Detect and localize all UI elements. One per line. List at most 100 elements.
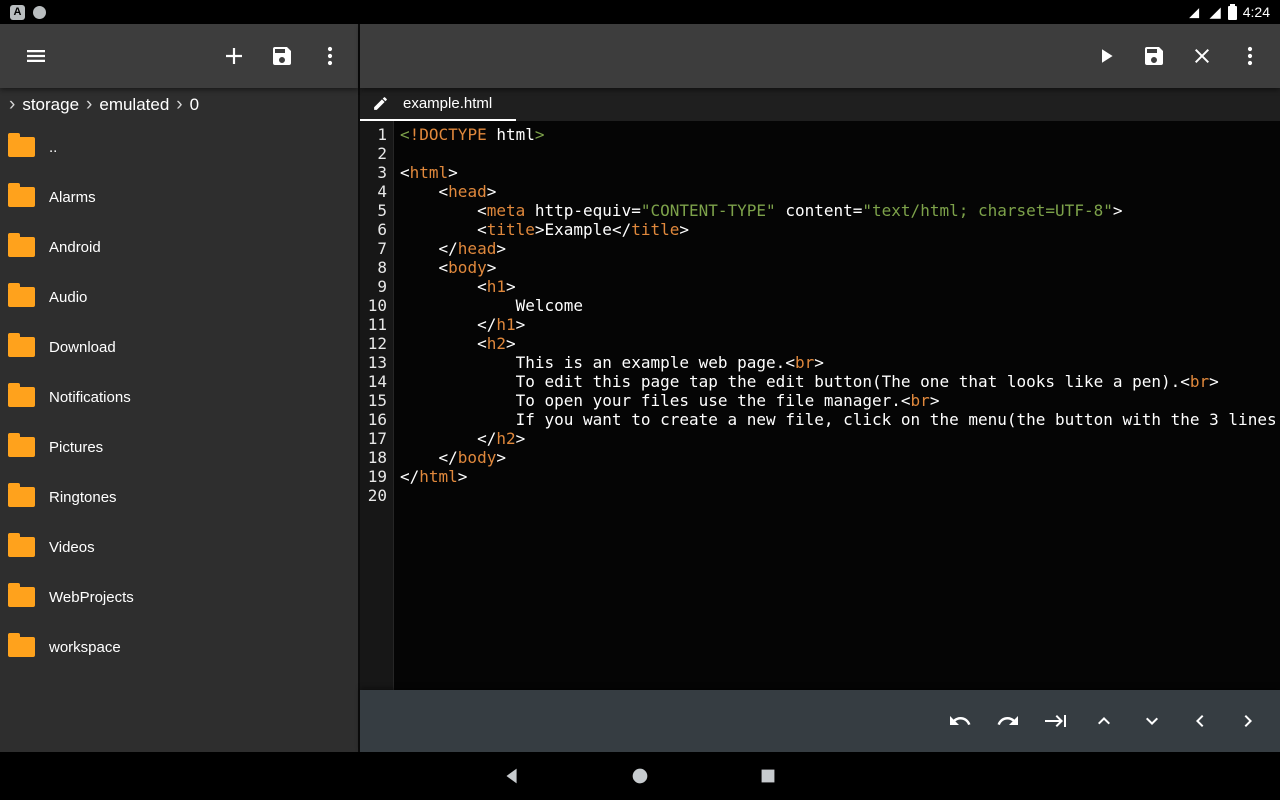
- code-line[interactable]: <html>: [400, 163, 1280, 182]
- folder-row[interactable]: workspace: [0, 622, 358, 672]
- folder-row[interactable]: WebProjects: [0, 572, 358, 622]
- tab-indent-icon: [1044, 709, 1068, 733]
- code-line[interactable]: Welcome: [400, 296, 1280, 315]
- move-left-button[interactable]: [1176, 697, 1224, 745]
- folder-row[interactable]: Pictures: [0, 422, 358, 472]
- back-button[interactable]: [488, 752, 536, 800]
- folder-row[interactable]: Videos: [0, 522, 358, 572]
- tab-indent-button[interactable]: [1032, 697, 1080, 745]
- folder-icon: [8, 487, 35, 507]
- undo-button[interactable]: [936, 697, 984, 745]
- breadcrumb-segment[interactable]: storage: [22, 95, 79, 115]
- breadcrumb-segment[interactable]: emulated: [99, 95, 169, 115]
- status-system-icons: 4:24: [1186, 4, 1270, 20]
- vertical-dots-icon: [1238, 44, 1262, 68]
- folder-row[interactable]: Ringtones: [0, 472, 358, 522]
- code-line[interactable]: <title>Example</title>: [400, 220, 1280, 239]
- editor-overflow-menu-button[interactable]: [1226, 32, 1274, 80]
- line-number: 2: [360, 144, 387, 163]
- folder-icon: [8, 587, 35, 607]
- folder-label: WebProjects: [49, 589, 134, 606]
- breadcrumb-chevron-icon: ›: [86, 94, 92, 116]
- status-bar: A 4:24: [0, 0, 1280, 24]
- code-line[interactable]: [400, 486, 1280, 505]
- line-number: 11: [360, 315, 387, 334]
- home-button[interactable]: [616, 752, 664, 800]
- code-line[interactable]: </h1>: [400, 315, 1280, 334]
- code-line[interactable]: </h2>: [400, 429, 1280, 448]
- code-line[interactable]: This is an example web page.<br>: [400, 353, 1280, 372]
- wifi-icon: [1186, 5, 1201, 20]
- status-notifications: A: [10, 5, 46, 20]
- vertical-dots-icon: [318, 44, 342, 68]
- line-number: 9: [360, 277, 387, 296]
- folder-label: Download: [49, 339, 116, 356]
- code-line[interactable]: <meta http-equiv="CONTENT-TYPE" content=…: [400, 201, 1280, 220]
- code-line[interactable]: [400, 144, 1280, 163]
- line-number: 19: [360, 467, 387, 486]
- line-number: 15: [360, 391, 387, 410]
- move-right-button[interactable]: [1224, 697, 1272, 745]
- run-button[interactable]: [1082, 32, 1130, 80]
- code-line[interactable]: <head>: [400, 182, 1280, 201]
- code-content[interactable]: <!DOCTYPE html> <html> <head> <meta http-…: [394, 121, 1280, 690]
- save-file-button[interactable]: [1130, 32, 1178, 80]
- line-number-gutter: 1234567891011121314151617181920: [360, 121, 394, 690]
- folder-row[interactable]: ..: [0, 122, 358, 172]
- folder-label: Audio: [49, 289, 87, 306]
- save-icon: [1142, 44, 1166, 68]
- folder-label: workspace: [49, 639, 121, 656]
- line-number: 3: [360, 163, 387, 182]
- code-line[interactable]: <!DOCTYPE html>: [400, 125, 1280, 144]
- line-number: 7: [360, 239, 387, 258]
- folder-icon: [8, 337, 35, 357]
- line-number: 5: [360, 201, 387, 220]
- editor-toolbar-actions: [1082, 32, 1274, 80]
- code-line[interactable]: <h1>: [400, 277, 1280, 296]
- folder-icon: [8, 187, 35, 207]
- code-line[interactable]: </head>: [400, 239, 1280, 258]
- close-file-button[interactable]: [1178, 32, 1226, 80]
- folder-row[interactable]: Download: [0, 322, 358, 372]
- folder-row[interactable]: Notifications: [0, 372, 358, 422]
- pencil-icon: [372, 95, 389, 112]
- move-up-button[interactable]: [1080, 697, 1128, 745]
- file-overflow-menu-button[interactable]: [306, 32, 354, 80]
- folder-label: Android: [49, 239, 101, 256]
- folder-row[interactable]: Alarms: [0, 172, 358, 222]
- battery-icon: [1228, 6, 1237, 20]
- code-line[interactable]: </html>: [400, 467, 1280, 486]
- tab-bar: example.html: [360, 88, 1280, 121]
- folder-label: Notifications: [49, 389, 131, 406]
- folder-row[interactable]: Audio: [0, 272, 358, 322]
- code-editor[interactable]: 1234567891011121314151617181920 <!DOCTYP…: [360, 121, 1280, 690]
- breadcrumb-segment[interactable]: 0: [190, 95, 199, 115]
- folder-row[interactable]: Android: [0, 222, 358, 272]
- new-file-button[interactable]: [210, 32, 258, 80]
- folder-icon: [8, 387, 35, 407]
- code-line[interactable]: If you want to create a new file, click …: [400, 410, 1280, 429]
- drawer-menu-button[interactable]: [12, 32, 60, 80]
- editor-panel: example.html 123456789101112131415161718…: [360, 24, 1280, 752]
- screen: A 4:24: [0, 0, 1280, 800]
- code-line[interactable]: To edit this page tap the edit button(Th…: [400, 372, 1280, 391]
- save-all-button[interactable]: [258, 32, 306, 80]
- move-down-button[interactable]: [1128, 697, 1176, 745]
- code-line[interactable]: <h2>: [400, 334, 1280, 353]
- folder-icon: [8, 637, 35, 657]
- code-line[interactable]: </body>: [400, 448, 1280, 467]
- code-line[interactable]: To open your files use the file manager.…: [400, 391, 1280, 410]
- tab-example-html[interactable]: example.html: [360, 88, 516, 121]
- breadcrumb: ›storage›emulated›0: [0, 88, 358, 122]
- folder-icon: [8, 137, 35, 157]
- line-number: 16: [360, 410, 387, 429]
- chevron-left-icon: [1188, 709, 1212, 733]
- breadcrumb-chevron-icon: ›: [176, 94, 182, 116]
- recents-button[interactable]: [744, 752, 792, 800]
- chevron-down-icon: [1140, 709, 1164, 733]
- line-number: 4: [360, 182, 387, 201]
- notification-dot-icon: [33, 6, 46, 19]
- file-manager-panel: ›storage›emulated›0 ..AlarmsAndroidAudio…: [0, 24, 360, 752]
- code-line[interactable]: <body>: [400, 258, 1280, 277]
- redo-button[interactable]: [984, 697, 1032, 745]
